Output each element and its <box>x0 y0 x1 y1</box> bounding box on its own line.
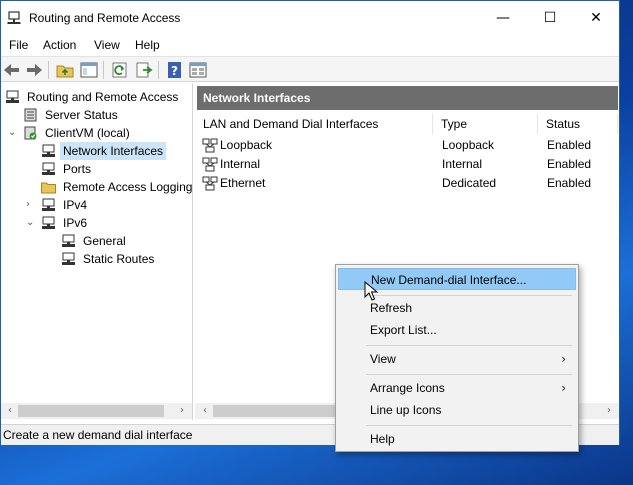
tree-label-ipv4: IPv4 <box>63 198 88 212</box>
properties-icon[interactable] <box>189 61 207 79</box>
scroll-right-arrow-icon[interactable]: › <box>176 405 188 417</box>
tree-label-root: Routing and Remote Access <box>27 90 179 104</box>
maximize-button[interactable]: ☐ <box>527 1 573 35</box>
tree-label-server-status: Server Status <box>45 108 118 122</box>
general-icon <box>62 234 75 247</box>
server-console-icon <box>6 90 19 103</box>
tree-label-static-routes: Static Routes <box>83 252 155 266</box>
interface-type: Internal <box>442 157 483 171</box>
toolbar-divider <box>48 61 49 79</box>
menu-item-label: New Demand-dial Interface... <box>371 273 527 287</box>
menu-item-arrange-icons[interactable]: Arrange Icons › <box>338 377 576 399</box>
menu-view[interactable]: View <box>94 38 120 52</box>
network-interface-icon <box>42 144 55 157</box>
tree-label-server: ClientVM (local) <box>45 126 130 140</box>
interface-name: Loopback <box>220 138 273 152</box>
results-pane-title: Network Interfaces <box>197 86 618 110</box>
title-bar[interactable]: Routing and Remote Access — ☐ ✕ <box>1 1 619 35</box>
ports-icon <box>42 162 55 175</box>
submenu-arrow-icon: › <box>561 381 566 395</box>
toolbar-divider <box>103 61 104 79</box>
refresh-icon[interactable] <box>111 61 129 79</box>
static-routes-icon <box>62 252 75 265</box>
tree-label-general: General <box>83 234 126 248</box>
menu-help[interactable]: Help <box>135 38 160 52</box>
help-icon[interactable]: ? <box>166 61 184 79</box>
rras-app-icon <box>7 11 21 24</box>
interface-icon <box>202 157 218 172</box>
menu-item-help[interactable]: Help <box>338 428 576 450</box>
menu-item-label: View <box>370 352 396 366</box>
interface-status: Enabled <box>547 157 592 171</box>
svg-text:?: ? <box>171 64 178 78</box>
scroll-left-arrow-icon[interactable]: ‹ <box>199 405 211 417</box>
folder-icon <box>41 182 56 194</box>
ipv4-icon <box>42 198 55 211</box>
server-running-icon <box>24 126 37 140</box>
up-folder-icon[interactable] <box>56 61 74 79</box>
menu-separator <box>366 345 572 346</box>
interface-status: Enabled <box>547 138 592 152</box>
menu-item-label: Help <box>370 432 395 446</box>
scroll-thumb[interactable] <box>18 405 164 417</box>
interface-icon <box>202 176 218 191</box>
tree-horizontal-scrollbar[interactable]: ‹ › <box>1 403 192 419</box>
tree-label-remote-access-logging: Remote Access Logging <box>63 180 193 194</box>
scroll-right-arrow-icon[interactable]: › <box>603 405 615 417</box>
interface-icon <box>202 138 218 153</box>
menu-action[interactable]: Action <box>43 38 76 52</box>
menu-item-line-up-icons[interactable]: Line up Icons <box>338 399 576 421</box>
back-arrow-icon[interactable] <box>3 61 21 79</box>
mouse-cursor-icon <box>364 281 378 301</box>
scroll-left-arrow-icon[interactable]: ‹ <box>4 405 16 417</box>
forward-arrow-icon[interactable] <box>25 61 43 79</box>
menu-item-label: Export List... <box>370 323 437 337</box>
interface-type: Dedicated <box>442 176 497 190</box>
ipv6-icon <box>42 216 55 229</box>
toolbar: ? <box>1 56 619 82</box>
menu-item-export-list[interactable]: Export List... <box>338 319 576 341</box>
show-hide-tree-icon[interactable] <box>80 61 98 79</box>
menu-item-view[interactable]: View › <box>338 348 576 370</box>
menu-separator <box>366 425 572 426</box>
submenu-arrow-icon: › <box>561 352 566 366</box>
interface-name: Internal <box>220 157 261 171</box>
collapse-chevron-icon[interactable]: ⌄ <box>26 218 36 228</box>
table-row[interactable]: Internal Internal Enabled <box>195 155 619 174</box>
console-tree: Routing and Remote Access Server Status … <box>1 84 193 420</box>
toolbar-divider <box>158 61 159 79</box>
interface-status: Enabled <box>547 176 592 190</box>
interface-name: Ethernet <box>220 176 266 190</box>
scroll-thumb[interactable] <box>213 405 339 417</box>
menu-item-label: Arrange Icons <box>370 381 445 395</box>
minimize-button[interactable]: — <box>480 1 526 35</box>
interface-type: Loopback <box>442 138 495 152</box>
column-header-status[interactable]: Status <box>538 114 618 134</box>
column-header-type[interactable]: Type <box>433 114 538 134</box>
menu-bar: File Action View Help <box>1 35 619 55</box>
export-list-icon[interactable] <box>135 61 153 79</box>
column-header-interfaces[interactable]: LAN and Demand Dial Interfaces <box>195 114 433 134</box>
close-button[interactable]: ✕ <box>573 1 619 35</box>
expand-chevron-icon[interactable]: › <box>26 200 36 210</box>
table-row[interactable]: Ethernet Dedicated Enabled <box>195 174 619 193</box>
table-row[interactable]: Loopback Loopback Enabled <box>195 136 619 155</box>
tree-label-network-interfaces: Network Interfaces <box>60 142 167 160</box>
menu-item-label: Line up Icons <box>370 403 442 417</box>
tree-label-ipv6: IPv6 <box>63 216 88 230</box>
server-list-icon <box>24 108 37 122</box>
window-title: Routing and Remote Access <box>29 11 181 25</box>
menu-item-label: Refresh <box>370 301 413 315</box>
menu-separator <box>366 374 572 375</box>
menu-file[interactable]: File <box>9 38 28 52</box>
menu-separator <box>366 295 572 296</box>
collapse-chevron-icon[interactable]: ⌄ <box>8 128 18 138</box>
tree-label-ports: Ports <box>63 162 92 176</box>
